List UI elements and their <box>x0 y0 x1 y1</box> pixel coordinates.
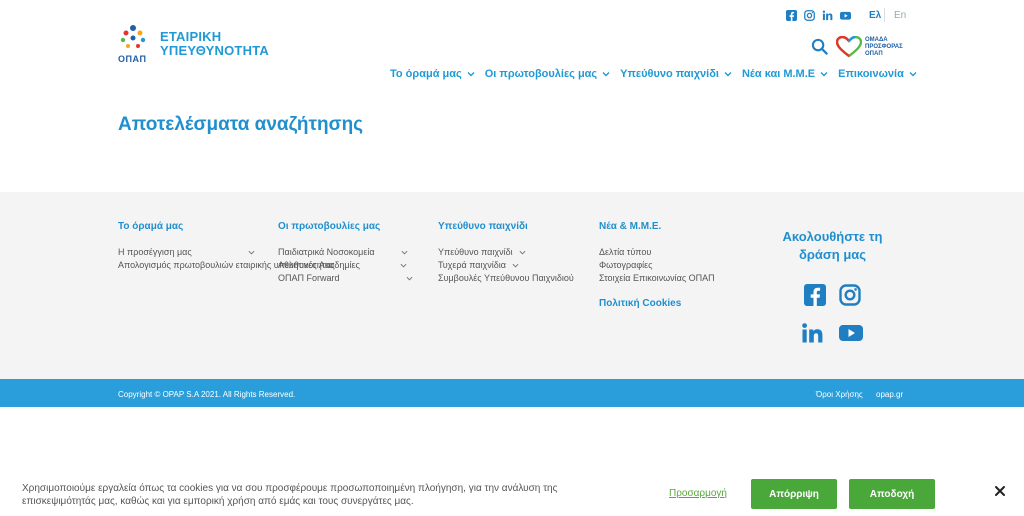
facebook-icon[interactable] <box>786 10 797 21</box>
chevron-down-icon <box>519 250 526 255</box>
header: ΟΠΑΠ ΕΤΑΙΡΙΚΗ ΥΠΕΥΘΥΝΟΤΗΤΑ Ελ En ΟΜΑΔΑ Π… <box>0 0 1024 95</box>
cookie-text: Χρησιμοποιούμε εργαλεία όπως τα cookies … <box>22 483 558 507</box>
footer-link[interactable]: Αθλητικές Ακαδημίες <box>278 259 413 272</box>
nav-label: Υπεύθυνο παιχνίδι <box>620 68 719 80</box>
cookie-accept-button[interactable]: Αποδοχή <box>849 479 935 509</box>
main-nav: Το όραμά μας Οι πρωτοβουλίες μας Υπεύθυν… <box>390 68 927 80</box>
nav-item-contact[interactable]: Επικοινωνία <box>838 68 917 80</box>
footer-link[interactable]: Συμβουλές Υπεύθυνου Παιχνιδιού <box>438 272 574 285</box>
lang-el[interactable]: Ελ <box>869 10 881 21</box>
opap-site-link[interactable]: opap.gr <box>876 390 903 399</box>
chevron-down-icon <box>724 72 732 77</box>
copyright-text: Copyright © OPAP S.A 2021. All Rights Re… <box>118 390 296 399</box>
youtube-icon[interactable] <box>840 10 851 21</box>
facebook-icon[interactable] <box>804 284 826 306</box>
nav-item-initiatives[interactable]: Οι πρωτοβουλίες μας <box>485 68 610 80</box>
chevron-down-icon <box>400 263 407 268</box>
footer-link[interactable]: Υπεύθυνο παιχνίδι <box>438 246 574 259</box>
footer-link-label: Στοιχεία Επικοινωνίας ΟΠΑΠ <box>599 273 715 283</box>
team-line-1: ΟΜΑΔΑ <box>865 36 888 43</box>
site-logo[interactable]: ΟΠΑΠ ΕΤΑΙΡΙΚΗ ΥΠΕΥΘΥΝΟΤΗΤΑ <box>118 24 278 66</box>
youtube-icon[interactable] <box>839 322 863 344</box>
team-line-3: ΟΠΑΠ <box>865 50 883 57</box>
chevron-down-icon <box>512 263 519 268</box>
logo-line-2: ΥΠΕΥΘΥΝΟΤΗΤΑ <box>160 43 269 58</box>
footer-link[interactable]: Δελτία τύπου <box>599 246 715 259</box>
nav-label: Επικοινωνία <box>838 68 904 80</box>
footer-link-label: Δελτία τύπου <box>599 247 652 257</box>
chevron-down-icon <box>602 72 610 77</box>
footer-col-responsible-gaming: Υπεύθυνο παιχνίδι Υπεύθυνο παιχνίδι Τυχε… <box>438 221 574 285</box>
follow-line-2: δράση μας <box>798 247 867 262</box>
follow-heading: Ακολουθήστε τη δράση μας <box>770 228 895 264</box>
footer-link[interactable]: ΟΠΑΠ Forward <box>278 272 413 285</box>
terms-link[interactable]: Όροι Χρήσης <box>816 390 863 399</box>
header-social <box>786 10 851 21</box>
instagram-icon[interactable] <box>804 10 815 21</box>
footer-link[interactable]: Παιδιατρικά Νοσοκομεία <box>278 246 413 259</box>
footer-link-label: Παιδιατρικά Νοσοκομεία <box>278 247 375 257</box>
cookie-banner: Χρησιμοποιούμε εργαλεία όπως τα cookies … <box>0 468 1024 516</box>
footer-link-label: Φωτογραφίες <box>599 260 653 270</box>
footer-col-title[interactable]: Οι πρωτοβουλίες μας <box>278 221 413 232</box>
team-logo-text: ΟΜΑΔΑ ΠΡΟΣΦΟΡΑΣ ΟΠΑΠ <box>865 37 903 58</box>
copyright-bar: Copyright © OPAP S.A 2021. All Rights Re… <box>0 379 1024 407</box>
team-line-2: ΠΡΟΣΦΟΡΑΣ <box>865 43 903 50</box>
heart-icon <box>836 36 862 58</box>
linkedin-icon[interactable] <box>822 10 833 21</box>
close-icon[interactable] <box>994 485 1006 497</box>
footer-link-label: Η προσέγγιση μας <box>118 247 192 257</box>
footer-link[interactable]: Φωτογραφίες <box>599 259 715 272</box>
search-icon[interactable] <box>811 38 828 55</box>
follow-line-1: Ακολουθήστε τη <box>782 229 883 244</box>
nav-label: Νέα και Μ.Μ.Ε <box>741 68 816 80</box>
logo-mark-icon: ΟΠΑΠ <box>118 24 148 66</box>
nav-label: Το όραμά μας <box>390 68 462 80</box>
logo-brand: ΟΠΑΠ <box>118 54 147 64</box>
footer-col-news: Νέα & Μ.Μ.Ε. Δελτία τύπου Φωτογραφίες Στ… <box>599 221 715 323</box>
footer-link-label: Αθλητικές Ακαδημίες <box>278 260 360 270</box>
lang-en[interactable]: En <box>894 10 906 21</box>
chevron-down-icon <box>820 72 828 77</box>
chevron-down-icon <box>401 250 408 255</box>
cookie-reject-button[interactable]: Απόρριψη <box>751 479 837 509</box>
footer-link-label: ΟΠΑΠ Forward <box>278 273 340 283</box>
chevron-down-icon <box>248 250 255 255</box>
nav-label: Οι πρωτοβουλίες μας <box>484 68 598 80</box>
nav-item-news[interactable]: Νέα και Μ.Μ.Ε <box>742 68 828 80</box>
linkedin-icon[interactable] <box>801 322 823 344</box>
chevron-down-icon <box>467 72 475 77</box>
logo-text: ΕΤΑΙΡΙΚΗ ΥΠΕΥΘΥΝΟΤΗΤΑ <box>160 30 269 58</box>
footer-link[interactable]: Τυχερά παιχνίδια <box>438 259 574 272</box>
footer-link-label: Υπεύθυνο παιχνίδι <box>438 247 513 257</box>
team-logo[interactable]: ΟΜΑΔΑ ΠΡΟΣΦΟΡΑΣ ΟΠΑΠ <box>836 36 903 58</box>
instagram-icon[interactable] <box>839 284 861 306</box>
lang-divider <box>884 8 885 22</box>
footer-col-initiatives: Οι πρωτοβουλίες μας Παιδιατρικά Νοσοκομε… <box>278 221 413 285</box>
footer-link-label: Συμβουλές Υπεύθυνου Παιχνιδιού <box>438 273 574 283</box>
footer-col-title[interactable]: Υπεύθυνο παιχνίδι <box>438 221 574 232</box>
page-title: Αποτελέσματα αναζήτησης <box>118 114 364 135</box>
nav-item-responsible-gaming[interactable]: Υπεύθυνο παιχνίδι <box>620 68 732 80</box>
logo-line-1: ΕΤΑΙΡΙΚΗ <box>160 29 222 44</box>
footer-link[interactable]: Στοιχεία Επικοινωνίας ΟΠΑΠ <box>599 272 715 285</box>
nav-item-vision[interactable]: Το όραμά μας <box>390 68 475 80</box>
footer-link-label: Τυχερά παιχνίδια <box>438 260 506 270</box>
chevron-down-icon <box>909 72 917 77</box>
cookie-policy-link[interactable]: Πολιτική Cookies <box>599 298 715 309</box>
footer-col-title[interactable]: Νέα & Μ.Μ.Ε. <box>599 221 715 232</box>
chevron-down-icon <box>406 276 413 281</box>
cookie-customize-link[interactable]: Προσαρμογή <box>669 488 727 499</box>
